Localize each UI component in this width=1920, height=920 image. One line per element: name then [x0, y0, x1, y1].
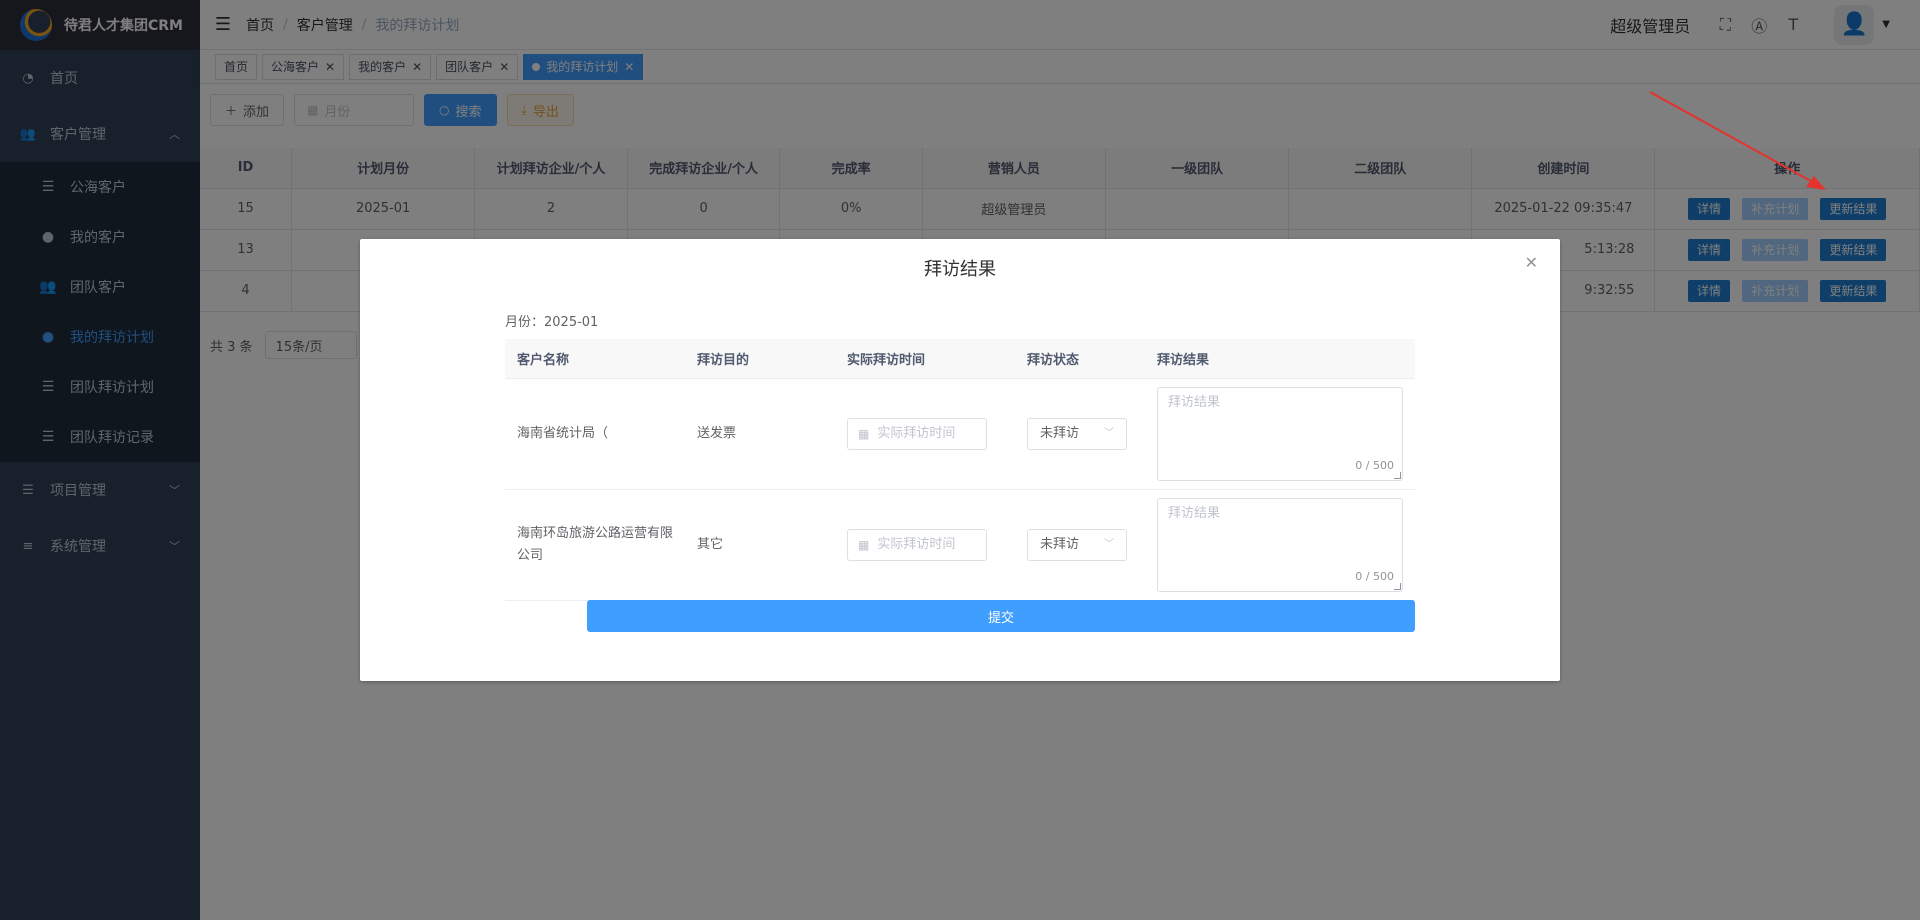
col-header: 实际拜访时间 — [835, 339, 1015, 379]
dialog-title: 拜访结果 — [924, 259, 996, 280]
visit-status-value: 未拜访 — [1040, 536, 1080, 552]
visit-status-select[interactable]: 未拜访 ﹀ — [1027, 528, 1127, 561]
visit-status-value: 未拜访 — [1040, 425, 1080, 441]
visit-result-textarea[interactable]: 拜访结果 0 / 500 — [1157, 497, 1403, 592]
cell-status: 未拜访 ﹀ — [1015, 378, 1145, 490]
cell-customer: 海南省统计局（ — [505, 378, 685, 490]
cell-status: 未拜访 ﹀ — [1015, 489, 1145, 601]
chevron-down-icon: ﹀ — [1104, 427, 1114, 439]
cell-customer: 海南环岛旅游公路运营有限公司 — [505, 489, 685, 601]
cell-visit-time: ▦ 实际拜访时间 — [835, 378, 1015, 490]
visit-time-placeholder: 实际拜访时间 — [877, 425, 956, 441]
cell-visit-time: ▦ 实际拜访时间 — [835, 489, 1015, 601]
visit-time-placeholder: 实际拜访时间 — [877, 536, 956, 552]
resize-handle-icon[interactable] — [1394, 471, 1401, 479]
visit-result-placeholder: 拜访结果 — [1168, 505, 1221, 521]
col-header: 客户名称 — [505, 339, 685, 379]
cell-result: 拜访结果 0 / 500 — [1145, 378, 1415, 490]
visit-time-input[interactable]: ▦ 实际拜访时间 — [847, 528, 987, 561]
visit-result-placeholder: 拜访结果 — [1168, 394, 1221, 410]
cell-purpose: 送发票 — [685, 378, 835, 490]
table-row: 海南省统计局（ 送发票 ▦ 实际拜访时间 未拜访 ﹀ 拜访结果 0 / 500 — [505, 378, 1415, 490]
col-header: 拜访目的 — [685, 339, 835, 379]
col-header: 拜访结果 — [1145, 339, 1415, 379]
submit-button[interactable]: 提交 — [587, 600, 1415, 632]
chevron-down-icon: ﹀ — [1104, 538, 1114, 550]
char-count: 0 / 500 — [1355, 458, 1394, 472]
cell-purpose: 其它 — [685, 489, 835, 601]
visit-time-input[interactable]: ▦ 实际拜访时间 — [847, 417, 987, 450]
resize-handle-icon[interactable] — [1394, 582, 1401, 590]
table-row: 海南环岛旅游公路运营有限公司 其它 ▦ 实际拜访时间 未拜访 ﹀ 拜访结果 0 … — [505, 489, 1415, 601]
table-header-row: 客户名称 拜访目的 实际拜访时间 拜访状态 拜访结果 — [505, 339, 1415, 379]
char-count: 0 / 500 — [1355, 569, 1394, 583]
dialog-month-label: 月份：2025-01 — [505, 315, 599, 330]
visit-status-select[interactable]: 未拜访 ﹀ — [1027, 417, 1127, 450]
cell-result: 拜访结果 0 / 500 — [1145, 489, 1415, 601]
visit-result-dialog: 拜访结果 ✕ 月份：2025-01 客户名称 拜访目的 实际拜访时间 拜访状态 … — [360, 239, 1560, 681]
close-icon[interactable]: ✕ — [1525, 253, 1538, 272]
visit-result-textarea[interactable]: 拜访结果 0 / 500 — [1157, 386, 1403, 481]
visit-result-table: 客户名称 拜访目的 实际拜访时间 拜访状态 拜访结果 海南省统计局（ 送发票 ▦… — [505, 339, 1415, 601]
col-header: 拜访状态 — [1015, 339, 1145, 379]
calendar-icon: ▦ — [858, 537, 870, 552]
calendar-icon: ▦ — [858, 426, 870, 441]
